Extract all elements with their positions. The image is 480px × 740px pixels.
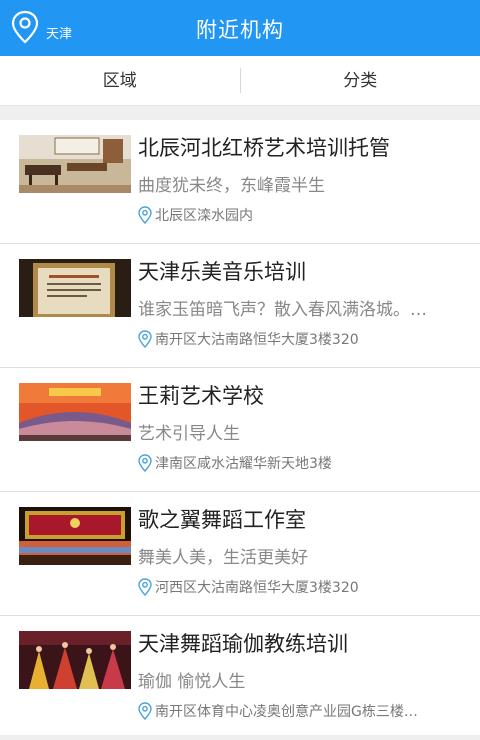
institution-slogan: 谁家玉笛暗飞声？散入春风满洛城。… [138, 300, 427, 320]
address-text: 津南区咸水沽耀华新天地3楼 [155, 456, 332, 472]
institution-name: 歌之翼舞蹈工作室 [138, 508, 306, 532]
institution-slogan: 艺术引导人生 [138, 424, 240, 444]
app-header: 天津 附近机构 [0, 0, 480, 56]
institution-address: 南开区大沽南路恒华大厦3楼320 [138, 329, 468, 349]
list-item[interactable]: 王莉艺术学校 艺术引导人生 津南区咸水沽耀华新天地3楼 [0, 368, 480, 492]
address-text: 南开区体育中心凌奥创意产业园G栋三楼… [155, 704, 418, 720]
list-item[interactable]: 天津乐美音乐培训 谁家玉笛暗飞声？散入春风满洛城。… 南开区大沽南路恒华大厦3楼… [0, 244, 480, 368]
filter-bar: 区域 分类 [0, 56, 480, 106]
section-gap [0, 106, 480, 120]
institution-slogan: 瑜伽 愉悦人生 [138, 672, 246, 692]
institution-thumbnail [19, 631, 131, 689]
list-item[interactable]: 天津舞蹈瑜伽教练培训 瑜伽 愉悦人生 南开区体育中心凌奥创意产业园G栋三楼… [0, 616, 480, 740]
location-pin-icon [138, 578, 152, 596]
list-item[interactable]: 北辰河北红桥艺术培训托管 曲度犹未终，东峰霞半生 北辰区滦水园内 [0, 120, 480, 244]
institution-slogan: 曲度犹未终，东峰霞半生 [138, 176, 325, 196]
institution-name: 北辰河北红桥艺术培训托管 [138, 136, 390, 160]
location-pin-icon [138, 206, 152, 224]
filter-category[interactable]: 分类 [241, 56, 480, 105]
institution-address: 津南区咸水沽耀华新天地3楼 [138, 453, 468, 473]
institution-address: 南开区体育中心凌奥创意产业园G栋三楼… [138, 701, 468, 721]
page-title: 附近机构 [196, 18, 284, 42]
institution-thumbnail [19, 135, 131, 193]
address-text: 北辰区滦水园内 [155, 208, 253, 224]
institution-slogan: 舞美人美，生活更美好 [138, 548, 308, 568]
list-footer-divider [0, 735, 480, 740]
institution-thumbnail [19, 259, 131, 317]
institution-address: 北辰区滦水园内 [138, 205, 468, 225]
institution-name: 天津乐美音乐培训 [138, 260, 306, 284]
address-text: 河西区大沽南路恒华大厦3楼320 [155, 580, 359, 596]
institution-address: 河西区大沽南路恒华大厦3楼320 [138, 577, 468, 597]
institution-list: 北辰河北红桥艺术培训托管 曲度犹未终，东峰霞半生 北辰区滦水园内 天津乐美音乐培… [0, 120, 480, 740]
address-text: 南开区大沽南路恒华大厦3楼320 [155, 332, 359, 348]
filter-region[interactable]: 区域 [0, 56, 240, 105]
institution-thumbnail [19, 383, 131, 441]
location-pin-icon [138, 702, 152, 720]
institution-thumbnail [19, 507, 131, 565]
institution-name: 王莉艺术学校 [138, 384, 264, 408]
location-pin-icon [138, 454, 152, 472]
institution-name: 天津舞蹈瑜伽教练培训 [138, 632, 348, 656]
location-pin-icon [138, 330, 152, 348]
list-item[interactable]: 歌之翼舞蹈工作室 舞美人美，生活更美好 河西区大沽南路恒华大厦3楼320 [0, 492, 480, 616]
